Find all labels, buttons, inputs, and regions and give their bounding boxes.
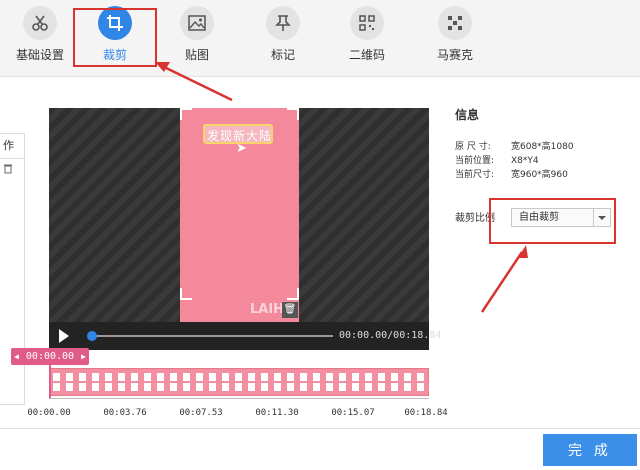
crop-handle-top-left[interactable] bbox=[180, 108, 192, 120]
time-readout: 00:00.00/00:18.84 bbox=[339, 330, 442, 341]
qr-code-icon bbox=[350, 6, 384, 40]
cursor-icon: ➤ bbox=[236, 141, 247, 156]
list-header: 作 bbox=[0, 134, 24, 159]
info-title: 信息 bbox=[455, 108, 480, 122]
mosaic-icon bbox=[438, 6, 472, 40]
tool-label: 马赛克 bbox=[436, 48, 473, 62]
timeline-filmstrip[interactable] bbox=[49, 368, 429, 396]
arrow-right-icon: ▶ bbox=[81, 352, 86, 361]
tool-label: 二维码 bbox=[348, 48, 385, 62]
tick-label: 00:11.30 bbox=[255, 408, 299, 418]
info-value: X8*Y4 bbox=[511, 156, 539, 166]
info-value: 宽608*高1080 bbox=[511, 142, 574, 152]
pin-icon bbox=[266, 6, 300, 40]
info-original-size: 原 尺 寸: 宽608*高1080 bbox=[455, 139, 574, 153]
seek-track[interactable] bbox=[91, 335, 333, 337]
info-key: 当前尺寸: bbox=[455, 170, 495, 180]
video-preview[interactable]: 发现新大陆 ➤ LAIHU 🗑 bbox=[49, 108, 429, 322]
crop-area[interactable]: 发现新大陆 ➤ LAIHU 🗑 bbox=[180, 108, 299, 322]
toolbar: 基础设置 裁剪 贴图 标记 二维码 马赛克 bbox=[0, 0, 640, 77]
image-icon bbox=[180, 6, 214, 40]
tick-label: 00:15.07 bbox=[331, 408, 375, 418]
done-button[interactable]: 完 成 bbox=[543, 434, 637, 466]
crop-highlight-box bbox=[73, 8, 157, 67]
timeline-current-time: 00:00.00 bbox=[25, 351, 75, 362]
tool-qrcode[interactable]: 二维码 bbox=[327, 4, 407, 70]
seek-handle[interactable] bbox=[87, 331, 97, 341]
timeline-ruler bbox=[49, 398, 429, 405]
info-current-size: 当前尺寸: 宽960*高960 bbox=[455, 167, 568, 181]
tool-mark[interactable]: 标记 bbox=[243, 4, 323, 70]
scissors-icon bbox=[23, 6, 57, 40]
trash-icon[interactable]: 🗑 bbox=[282, 302, 298, 318]
play-icon[interactable] bbox=[59, 329, 69, 343]
timeline-filmstrip-lower bbox=[49, 383, 429, 391]
chevron-down-icon[interactable] bbox=[593, 209, 610, 226]
tool-basic-settings[interactable]: 基础设置 bbox=[0, 4, 80, 70]
crop-ratio-value: 自由裁剪 bbox=[519, 212, 559, 223]
arrow-left-icon: ◀ bbox=[14, 352, 19, 361]
tick-label: 00:07.53 bbox=[179, 408, 223, 418]
tool-label: 标记 bbox=[270, 48, 295, 62]
tool-sticker[interactable]: 贴图 bbox=[157, 4, 237, 70]
info-current-position: 当前位置: X8*Y4 bbox=[455, 153, 539, 167]
crop-handle-bottom-right[interactable] bbox=[287, 288, 299, 300]
timeline-current-tag[interactable]: ◀ 00:00.00 ▶ bbox=[11, 348, 89, 365]
tick-label: 00:18.84 bbox=[404, 408, 448, 418]
crop-handle-top-right[interactable] bbox=[287, 108, 299, 120]
tick-label: 00:00.00 bbox=[27, 408, 71, 418]
tool-label: 贴图 bbox=[184, 48, 209, 62]
timeline-playhead[interactable] bbox=[49, 365, 51, 398]
crop-handle-bottom-left[interactable] bbox=[180, 288, 192, 300]
trash-icon[interactable] bbox=[3, 164, 13, 177]
tool-mosaic[interactable]: 马赛克 bbox=[415, 4, 495, 70]
crop-ratio-select[interactable]: 自由裁剪 bbox=[511, 208, 611, 227]
list-row[interactable] bbox=[0, 159, 24, 183]
info-key: 当前位置: bbox=[455, 156, 495, 166]
player-bar: 00:00.00/00:18.84 bbox=[49, 322, 441, 350]
info-key: 原 尺 寸: bbox=[455, 142, 491, 152]
tool-label: 基础设置 bbox=[15, 48, 64, 62]
info-value: 宽960*高960 bbox=[511, 170, 568, 180]
tick-label: 00:03.76 bbox=[103, 408, 147, 418]
